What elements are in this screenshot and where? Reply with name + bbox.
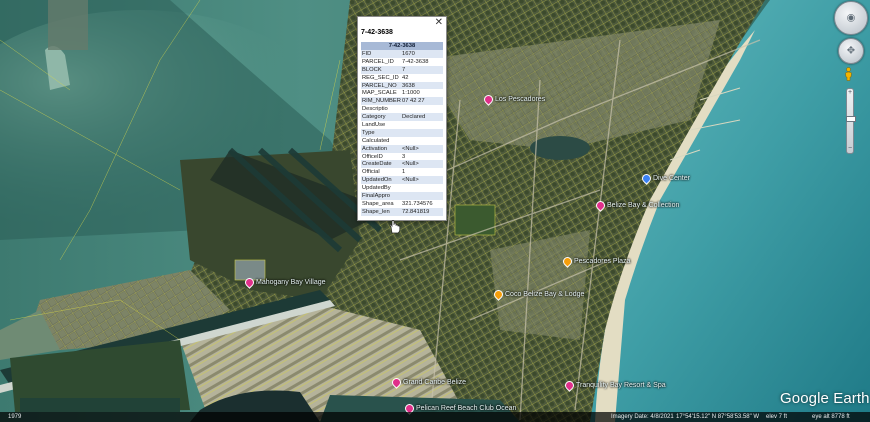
imagery-date: Imagery Date: 4/8/2021 (611, 414, 674, 420)
poi-marker[interactable]: Grand Caribe Belize (390, 376, 466, 389)
move-joystick[interactable]: ✥ (838, 38, 864, 64)
attribute-table: 7-42-3638 FID 1670 PARCEL_ID 7-42-3638 BLO… (361, 42, 443, 216)
table-row: Shape_len 72.841819 (361, 207, 443, 216)
table-row: Descriptio (362, 106, 388, 113)
status-bar: 1979 Imagery Date: 4/8/2021 17°54'15.12"… (0, 412, 870, 422)
table-row: Calculated (362, 137, 390, 144)
table-row: Category Declared (361, 113, 443, 122)
table-row: CreateDate <Null> (361, 160, 443, 169)
move-arrows-icon: ✥ (846, 45, 856, 57)
table-row: PARCEL_NO 3638 (361, 81, 443, 90)
table-row: PARCEL_ID 7-42-3638 (362, 58, 429, 65)
pin-icon (563, 379, 576, 392)
poi-marker[interactable]: Tranquility Bay Resort & Spa (563, 379, 666, 392)
table-row: LandUse (362, 121, 386, 128)
zoom-in-icon[interactable]: + (846, 89, 854, 97)
table-row: UpdatedBy (362, 185, 391, 192)
pegman-icon[interactable] (844, 67, 853, 81)
table-row: RIM_NUMBER 07 42 27 (361, 97, 443, 106)
table-row: BLOCK 7 (361, 65, 443, 74)
attribute-table-header: 7-42-3638 (361, 42, 443, 50)
parcel-info-popup: ✕ 7-42-3638 7-42-3638 FID 1670 PARCEL_ID 7… (357, 16, 447, 221)
pin-icon (640, 172, 653, 185)
eye-altitude-readout: eye alt 8778 ft (812, 414, 850, 420)
table-row: OfficeID 3 (362, 153, 406, 160)
table-row: FID 1670 (361, 50, 443, 58)
elevation-readout: elev 7 ft (766, 414, 788, 420)
poi-marker[interactable]: Los Pescadores (482, 93, 545, 106)
poi-marker[interactable]: Dive Center (640, 172, 690, 185)
popup-title: 7-42-3638 (361, 29, 393, 36)
poi-marker[interactable]: Coco Belize Bay & Lodge (492, 288, 584, 301)
table-row: UpdatedOn <Null> (361, 176, 443, 185)
cursor-coordinates: 17°54'15.12" N 87°58'53.58" W (676, 414, 760, 420)
close-icon[interactable]: ✕ (435, 17, 443, 29)
zoom-slider-handle[interactable] (846, 116, 856, 122)
pin-icon (594, 199, 607, 212)
poi-marker[interactable]: Mahogany Bay Village (243, 276, 326, 289)
table-row: Official 1 (362, 169, 406, 176)
table-row: Activation <Null> (361, 144, 443, 153)
pin-icon (482, 93, 495, 106)
pin-icon (243, 276, 256, 289)
table-row: Shape_area 321.734576 (362, 200, 433, 207)
look-joystick[interactable]: ◉ (834, 1, 868, 35)
table-row: Type (361, 128, 443, 137)
google-earth-logo: Google Earth (780, 390, 870, 407)
table-row: MAP_SCALE 1:1000 (362, 90, 420, 97)
table-row: REG_SEC_ID 42 (362, 74, 409, 81)
pin-icon (492, 288, 505, 301)
table-row: FinalAppro (361, 192, 443, 200)
poi-marker[interactable]: Pescadores Plaza (561, 255, 630, 268)
zoom-slider[interactable]: + − (846, 88, 856, 154)
hand-cursor-icon (389, 220, 401, 234)
pin-icon (390, 376, 403, 389)
status-left-text: 1979 (8, 414, 22, 420)
zoom-out-icon[interactable]: − (846, 145, 854, 153)
pin-icon (561, 255, 574, 268)
poi-marker[interactable]: Belize Bay & Collection (594, 199, 679, 212)
eye-icon: ◉ (846, 12, 856, 24)
